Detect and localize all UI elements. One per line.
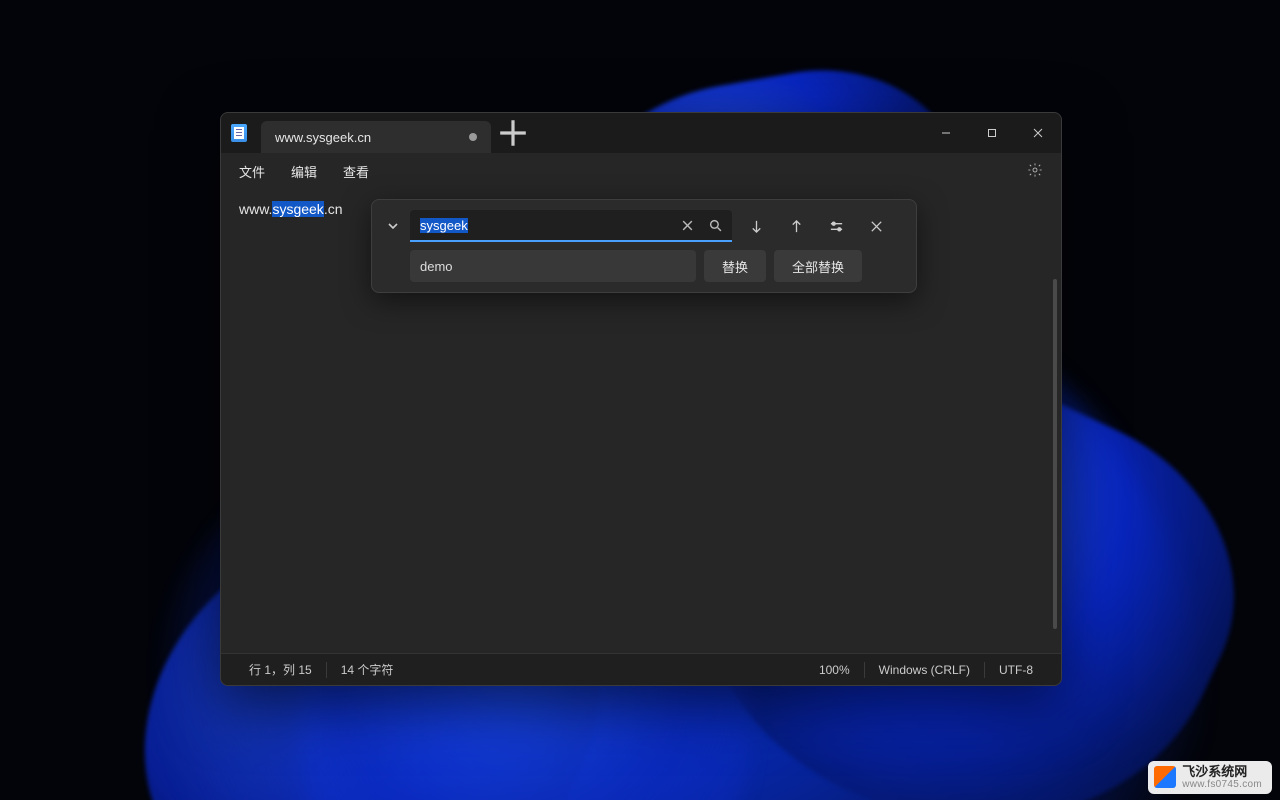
document-tab[interactable]: www.sysgeek.cn (261, 121, 491, 153)
titlebar[interactable]: www.sysgeek.cn (221, 113, 1061, 153)
search-highlight: sysgeek (272, 201, 323, 217)
minimize-button[interactable] (923, 113, 969, 153)
status-char-count: 14 个字符 (327, 661, 408, 678)
menu-bar: 文件 编辑 查看 (221, 153, 1061, 189)
menu-edit[interactable]: 编辑 (291, 162, 317, 181)
close-find-button[interactable] (860, 210, 892, 242)
search-icon[interactable] (704, 214, 726, 236)
status-encoding[interactable]: UTF-8 (985, 663, 1047, 677)
site-watermark: 飞沙系统网 www.fs0745.com (1148, 761, 1272, 794)
notepad-app-icon (231, 124, 247, 142)
text-editor[interactable]: www.sysgeek.cn (221, 189, 1061, 653)
menu-view[interactable]: 查看 (343, 162, 369, 181)
close-button[interactable] (1015, 113, 1061, 153)
vertical-scrollbar[interactable] (1053, 279, 1057, 629)
find-next-button[interactable] (740, 210, 772, 242)
replace-input[interactable] (420, 259, 686, 274)
menu-file[interactable]: 文件 (239, 162, 265, 181)
watermark-logo-icon (1154, 766, 1176, 788)
notepad-window: www.sysgeek.cn 文件 编辑 查看 www.sysgeek.cn (220, 112, 1062, 686)
new-tab-button[interactable] (497, 117, 529, 149)
replace-button[interactable]: 替换 (704, 250, 766, 282)
tab-title: www.sysgeek.cn (275, 130, 371, 145)
watermark-title: 飞沙系统网 (1182, 765, 1262, 779)
watermark-url: www.fs0745.com (1182, 779, 1262, 790)
replace-field-wrapper[interactable] (410, 250, 696, 282)
find-field-wrapper[interactable] (410, 210, 732, 242)
find-options-button[interactable] (820, 210, 852, 242)
settings-button[interactable] (1027, 162, 1043, 181)
status-eol[interactable]: Windows (CRLF) (865, 663, 984, 677)
maximize-button[interactable] (969, 113, 1015, 153)
find-input[interactable] (420, 218, 670, 233)
status-cursor: 行 1，列 15 (235, 661, 326, 678)
replace-all-button[interactable]: 全部替换 (774, 250, 862, 282)
find-prev-button[interactable] (780, 210, 812, 242)
unsaved-indicator-icon (469, 133, 477, 141)
status-bar: 行 1，列 15 14 个字符 100% Windows (CRLF) UTF-… (221, 653, 1061, 685)
find-replace-panel: 替换 全部替换 (371, 199, 917, 293)
status-zoom[interactable]: 100% (805, 663, 864, 677)
clear-find-button[interactable] (676, 214, 698, 236)
collapse-toggle[interactable] (384, 220, 402, 232)
